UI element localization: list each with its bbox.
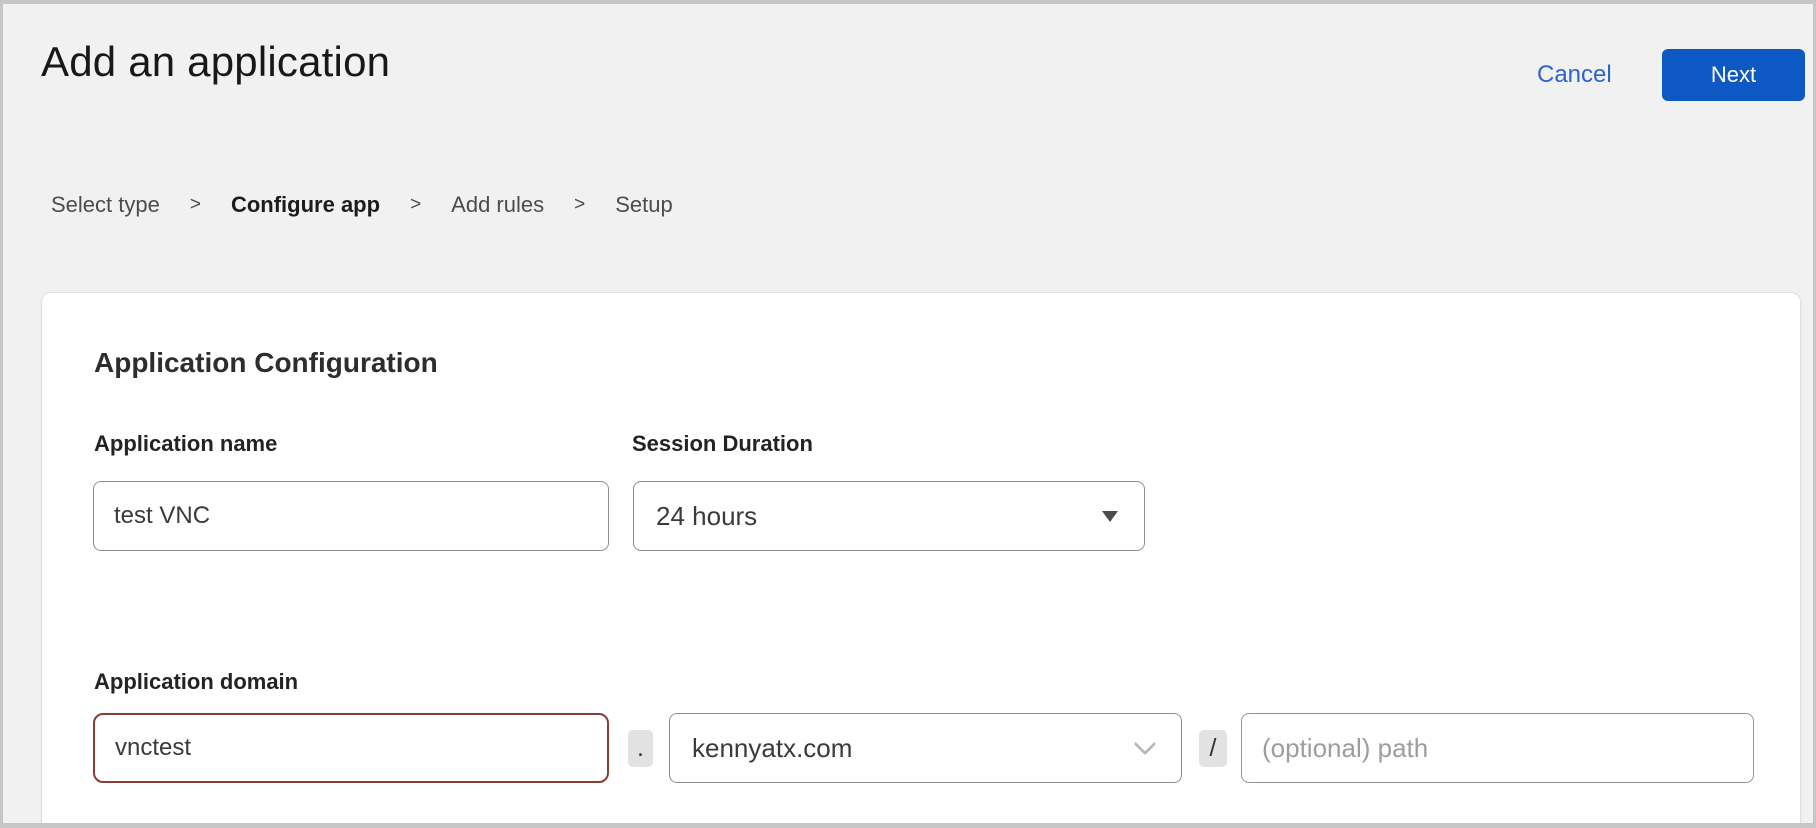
domain-slash-separator: / [1199, 730, 1227, 767]
application-name-input[interactable] [93, 481, 609, 551]
session-duration-value: 24 hours [656, 501, 757, 532]
domain-dot-separator: . [628, 730, 653, 767]
next-button[interactable]: Next [1662, 49, 1805, 101]
breadcrumb-step-add-rules[interactable]: Add rules [451, 192, 544, 218]
session-duration-select[interactable]: 24 hours [633, 481, 1145, 551]
path-input[interactable] [1241, 713, 1754, 783]
subdomain-input[interactable] [93, 713, 609, 783]
breadcrumb-step-select-type[interactable]: Select type [51, 192, 160, 218]
breadcrumb-separator: > [190, 194, 201, 216]
dropdown-arrow-icon [1102, 511, 1118, 522]
breadcrumb-step-configure-app[interactable]: Configure app [231, 192, 380, 218]
breadcrumb-separator: > [574, 194, 585, 216]
application-domain-label: Application domain [94, 669, 298, 695]
breadcrumb: Select type > Configure app > Add rules … [51, 192, 673, 218]
configuration-card: Application Configuration Application na… [41, 292, 1801, 828]
domain-select-value: kennyatx.com [692, 733, 852, 764]
session-duration-label: Session Duration [632, 431, 813, 457]
breadcrumb-step-setup[interactable]: Setup [615, 192, 673, 218]
app-window: Add an application Cancel Next Select ty… [0, 0, 1816, 828]
page-title: Add an application [41, 38, 390, 86]
breadcrumb-separator: > [410, 194, 421, 216]
domain-select[interactable]: kennyatx.com [669, 713, 1182, 783]
section-title: Application Configuration [94, 347, 438, 379]
cancel-button[interactable]: Cancel [1537, 61, 1612, 89]
chevron-down-icon [1134, 733, 1157, 756]
application-name-label: Application name [94, 431, 277, 457]
